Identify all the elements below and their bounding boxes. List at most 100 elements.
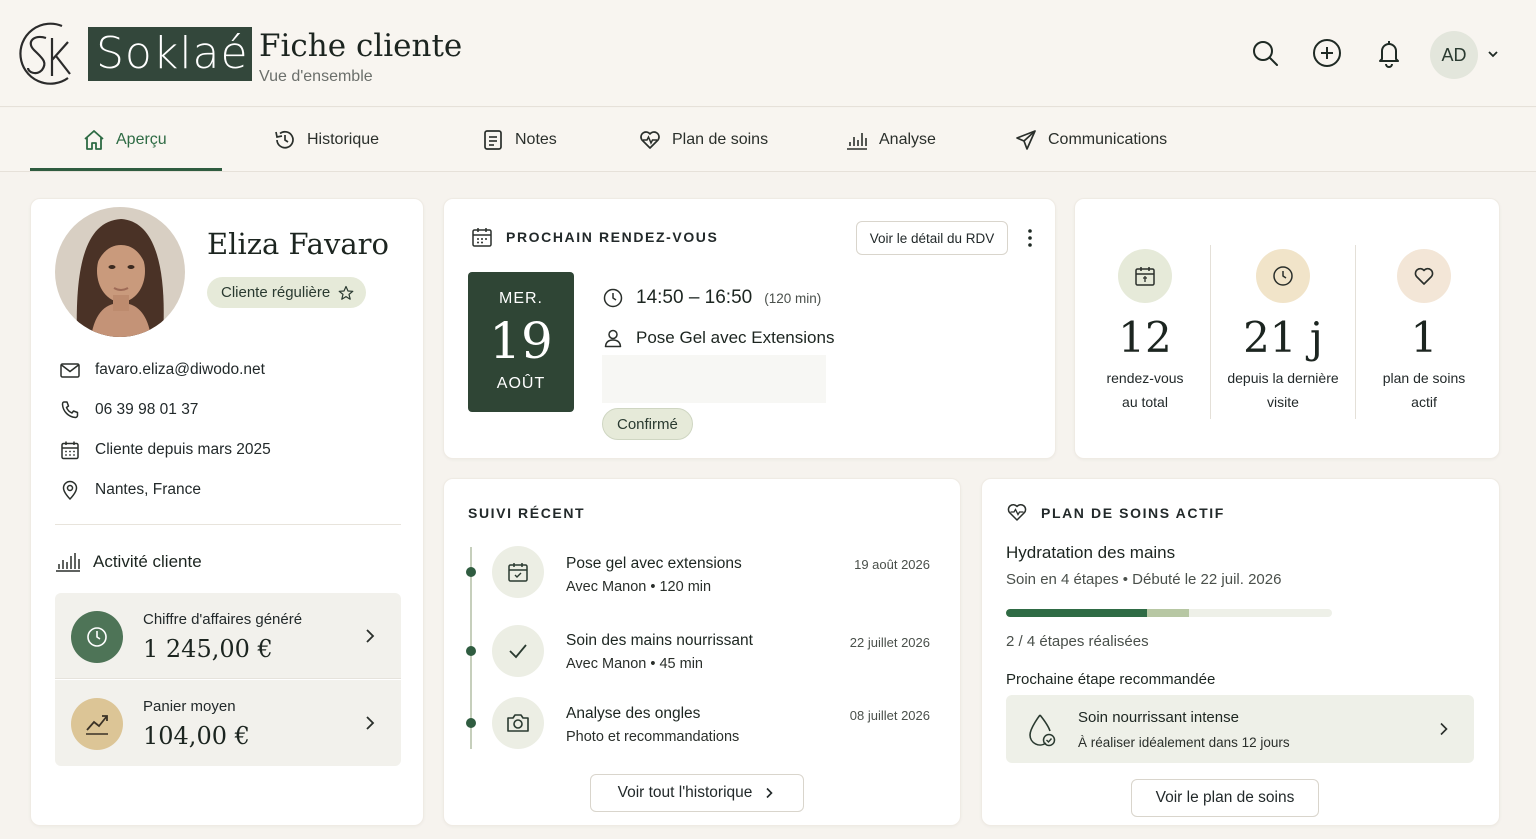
user-avatar[interactable]: AD bbox=[1430, 31, 1478, 79]
notification-bell-icon[interactable] bbox=[1374, 38, 1404, 68]
client-phone[interactable]: 06 39 98 01 37 bbox=[95, 401, 198, 419]
brand-logo-mark bbox=[12, 16, 78, 92]
tab-plan-de-soins[interactable]: Plan de soins bbox=[638, 108, 768, 172]
revenue-icon bbox=[71, 611, 123, 663]
active-care-plan-card: PLAN DE SOINS ACTIF Hydratation des main… bbox=[981, 478, 1500, 826]
recommended-step-item[interactable]: Soin nourrissant intense À réaliser idéa… bbox=[1006, 695, 1474, 763]
tab-label: Communications bbox=[1048, 131, 1168, 148]
recommended-step-subtitle: À réaliser idéalement dans 12 jours bbox=[1078, 735, 1290, 750]
timeline-dot bbox=[466, 718, 476, 728]
tab-historique[interactable]: Historique bbox=[273, 108, 379, 172]
kpi-label-line2: visite bbox=[1267, 394, 1299, 410]
location-pin-icon bbox=[59, 479, 81, 501]
section-title: PLAN DE SOINS ACTIF bbox=[1041, 505, 1225, 521]
add-circle-icon[interactable] bbox=[1312, 38, 1342, 68]
tab-apercu[interactable]: Aperçu bbox=[82, 108, 167, 172]
check-icon bbox=[492, 625, 544, 677]
tab-analyse[interactable]: Analyse bbox=[845, 108, 936, 172]
tab-label: Analyse bbox=[879, 131, 936, 148]
view-all-history-button[interactable]: Voir tout l'historique bbox=[590, 774, 804, 812]
client-location: Nantes, France bbox=[95, 481, 201, 498]
client-phone-row: 06 39 98 01 37 bbox=[59, 399, 198, 421]
revenue-stat-row[interactable]: Chiffre d'affaires généré 1 245,00 € bbox=[55, 593, 401, 679]
revenue-value: 1 245,00 € bbox=[143, 635, 273, 663]
timeline-item-date: 08 juillet 2026 bbox=[849, 708, 930, 723]
chevron-down-icon[interactable] bbox=[1486, 47, 1500, 61]
chevron-right-icon bbox=[1436, 721, 1452, 737]
section-title: PROCHAIN RENDEZ-VOUS bbox=[506, 229, 719, 245]
timeline-item-date: 19 août 2026 bbox=[854, 557, 930, 572]
divider bbox=[55, 524, 401, 525]
kpi-appointments: 12 rendez-vous au total bbox=[1075, 199, 1215, 414]
tab-label: Notes bbox=[515, 131, 557, 148]
button-label: Voir tout l'historique bbox=[617, 784, 753, 801]
calendar-icon bbox=[1118, 249, 1172, 303]
active-tab-indicator bbox=[30, 168, 222, 171]
kpi-label-line1: rendez-vous bbox=[1106, 370, 1184, 386]
kpi-separator bbox=[1210, 245, 1211, 419]
timeline-item-subtitle: Avec Manon • 45 min bbox=[566, 656, 703, 672]
kpi-days-since-visit: 21 j depuis la dernière visite bbox=[1213, 199, 1353, 414]
basket-value: 104,00 € bbox=[143, 722, 250, 750]
care-plan-subtitle: Soin en 4 étapes • Débuté le 22 juil. 20… bbox=[1006, 571, 1282, 588]
kpi-value: 1 bbox=[1410, 313, 1438, 362]
progress-fill bbox=[1006, 609, 1147, 617]
timeline-item-title[interactable]: Soin des mains nourrissant bbox=[566, 632, 753, 650]
heart-pulse-icon bbox=[1006, 501, 1028, 523]
client-name: Eliza Favaro bbox=[207, 227, 389, 261]
timeline-item-subtitle: Photo et recommandations bbox=[566, 729, 740, 745]
phone-icon bbox=[59, 399, 81, 421]
clock-icon bbox=[602, 287, 624, 309]
heart-icon bbox=[1397, 249, 1451, 303]
clock-icon bbox=[1256, 249, 1310, 303]
tab-notes[interactable]: Notes bbox=[481, 108, 557, 172]
notes-icon bbox=[481, 128, 505, 152]
calendar-icon bbox=[59, 439, 81, 461]
history-icon bbox=[273, 128, 297, 152]
water-drop-icon bbox=[1024, 711, 1058, 749]
timeline-dot bbox=[466, 567, 476, 577]
timeline-item-title[interactable]: Analyse des ongles bbox=[566, 705, 700, 723]
chart-bars-icon bbox=[845, 128, 869, 152]
kpi-active-care-plans: 1 plan de soins actif bbox=[1354, 199, 1494, 414]
send-icon bbox=[1014, 128, 1038, 152]
chevron-right-icon bbox=[762, 786, 776, 800]
view-care-plan-button[interactable]: Voir le plan de soins bbox=[1131, 779, 1319, 817]
recommended-step-title: Soin nourrissant intense bbox=[1078, 709, 1239, 726]
client-location-row: Nantes, France bbox=[59, 479, 201, 501]
tab-label: Plan de soins bbox=[672, 131, 769, 148]
section-title: SUIVI RÉCENT bbox=[468, 505, 586, 521]
appointment-day-of-week: MER. bbox=[499, 290, 543, 307]
tab-communications[interactable]: Communications bbox=[1014, 108, 1167, 172]
next-appointment-card: PROCHAIN RENDEZ-VOUS Voir le détail du R… bbox=[443, 198, 1056, 459]
kpi-label-line1: plan de soins bbox=[1382, 370, 1466, 386]
activity-section-title: Activité cliente bbox=[55, 551, 202, 573]
home-icon bbox=[82, 128, 106, 152]
kpi-label-line1: depuis la dernière bbox=[1227, 370, 1339, 386]
kpi-label-line2: au total bbox=[1122, 394, 1168, 410]
mail-icon bbox=[59, 359, 81, 381]
client-kpis-card: 12 rendez-vous au total 21 j depuis la d… bbox=[1074, 198, 1500, 459]
client-email[interactable]: favaro.eliza@diwodo.net bbox=[95, 361, 265, 379]
kpi-label-line2: actif bbox=[1411, 394, 1437, 410]
timeline-item-title[interactable]: Pose gel avec extensions bbox=[566, 555, 742, 573]
star-icon bbox=[338, 285, 354, 301]
chart-bars-icon bbox=[55, 551, 81, 573]
appointment-service: Pose Gel avec Extensions bbox=[636, 328, 835, 347]
brand-logo-wordmark: Soklaé bbox=[88, 27, 252, 81]
kpi-value: 21 j bbox=[1243, 313, 1323, 362]
trend-up-icon bbox=[71, 698, 123, 750]
view-appointment-detail-button[interactable]: Voir le détail du RDV bbox=[856, 221, 1008, 255]
search-icon[interactable] bbox=[1250, 38, 1280, 68]
appointment-day: 19 bbox=[489, 312, 553, 370]
chevron-right-icon bbox=[361, 714, 379, 732]
page-title: Fiche cliente bbox=[259, 28, 463, 64]
average-basket-stat-row[interactable]: Panier moyen 104,00 € bbox=[55, 680, 401, 766]
chevron-right-icon bbox=[361, 627, 379, 645]
tab-label: Aperçu bbox=[116, 131, 167, 148]
care-plan-progress-bar bbox=[1006, 609, 1332, 617]
camera-icon bbox=[492, 697, 544, 749]
basket-label: Panier moyen bbox=[143, 698, 236, 715]
section-tabs: Aperçu Historique Notes Plan de soins An… bbox=[0, 108, 1536, 172]
more-options-icon[interactable] bbox=[1020, 227, 1040, 249]
